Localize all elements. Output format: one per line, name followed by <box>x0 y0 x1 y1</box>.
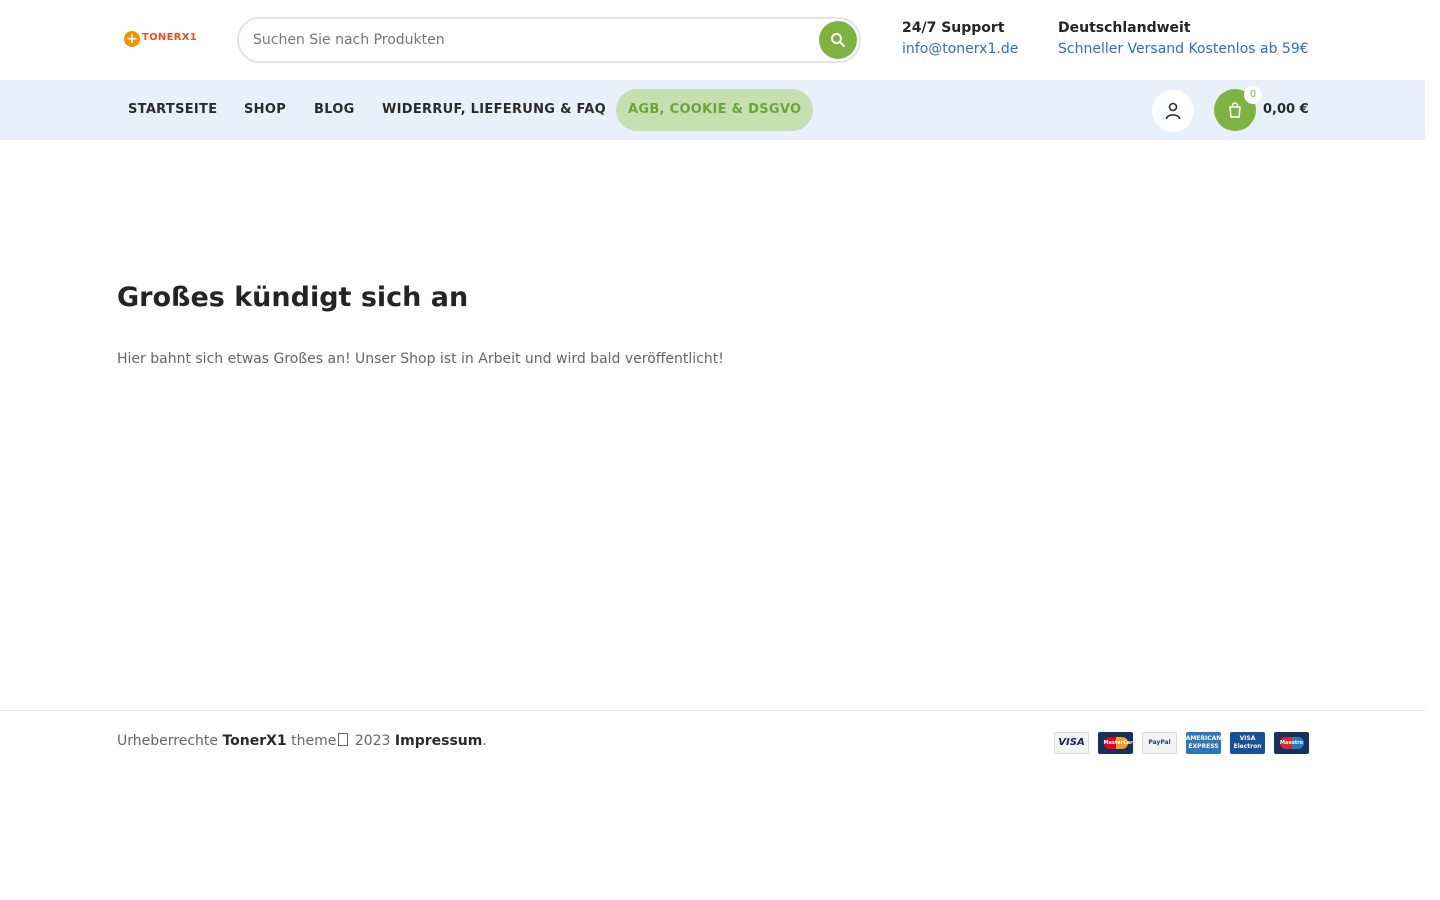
page-description: Hier bahnt sich etwas Großes an! Unser S… <box>117 351 724 367</box>
maestro-label: Maestro <box>1279 737 1304 749</box>
support-info: 24/7 Support info@tonerx1.de <box>902 19 1018 61</box>
copyright-brand[interactable]: TonerX1 <box>222 733 286 749</box>
logo-plus-icon: + <box>124 31 140 47</box>
nav-item-shop[interactable]: SHOP <box>244 80 286 140</box>
visa-icon: VISA <box>1054 732 1089 754</box>
copyright-year: 2023 <box>354 733 391 749</box>
search-input[interactable] <box>253 29 813 51</box>
support-title: 24/7 Support <box>902 20 1005 36</box>
copyright-middle: theme <box>291 733 337 749</box>
copyright-prefix: Urheberrechte <box>117 733 218 749</box>
mastercard-icon: MasterCard <box>1098 732 1136 754</box>
impressum-link[interactable]: Impressum <box>395 733 482 749</box>
main-navigation: STARTSEITE SHOP BLOG WIDERRUF, LIEFERUNG… <box>0 80 1425 140</box>
shipping-info: Deutschlandweit Schneller Versand Kosten… <box>1058 19 1309 61</box>
account-button[interactable] <box>1152 90 1194 132</box>
search-button[interactable] <box>819 21 857 59</box>
paypal-icon: PayPal <box>1142 732 1177 754</box>
visa-electron-icon: VISA Electron <box>1230 732 1265 754</box>
nav-item-widerruf[interactable]: WIDERRUF, LIEFERUNG & FAQ <box>382 80 606 140</box>
heart-icon <box>338 733 349 746</box>
footer-divider <box>0 710 1425 711</box>
nav-item-blog[interactable]: BLOG <box>314 80 355 140</box>
amex-icon: AMERICAN EXPRESS <box>1186 732 1221 754</box>
shipping-link[interactable]: Schneller Versand Kostenlos ab 59€ <box>1058 37 1309 61</box>
mastercard-label: MasterCard <box>1103 737 1136 749</box>
cart-icon <box>1229 102 1241 118</box>
shipping-title: Deutschlandweit <box>1058 20 1191 36</box>
support-email-link[interactable]: info@tonerx1.de <box>902 37 1018 61</box>
site-logo[interactable]: + TONERX1 <box>124 31 197 47</box>
search-icon <box>831 33 845 47</box>
logo-text: TONERX1 <box>142 31 197 43</box>
user-icon <box>1165 102 1181 120</box>
nav-item-startseite[interactable]: STARTSEITE <box>128 80 217 140</box>
cart-count-badge: 0 <box>1244 86 1262 104</box>
nav-item-agb[interactable]: AGB, COOKIE & DSGVO <box>616 89 814 131</box>
cart-total[interactable]: 0,00 € <box>1263 102 1309 117</box>
page-title: Großes kündigt sich an <box>117 282 469 313</box>
payment-methods: VISA MasterCard PayPal AMERICAN EXPRESS … <box>1054 732 1309 754</box>
copyright-suffix: . <box>482 733 487 749</box>
search-bar <box>237 17 861 63</box>
top-header: + TONERX1 24/7 Support info@tonerx1.de D… <box>0 0 1425 80</box>
footer-copyright: Urheberrechte TonerX1 theme 2023 Impress… <box>117 733 487 749</box>
maestro-icon: Maestro <box>1274 732 1309 754</box>
